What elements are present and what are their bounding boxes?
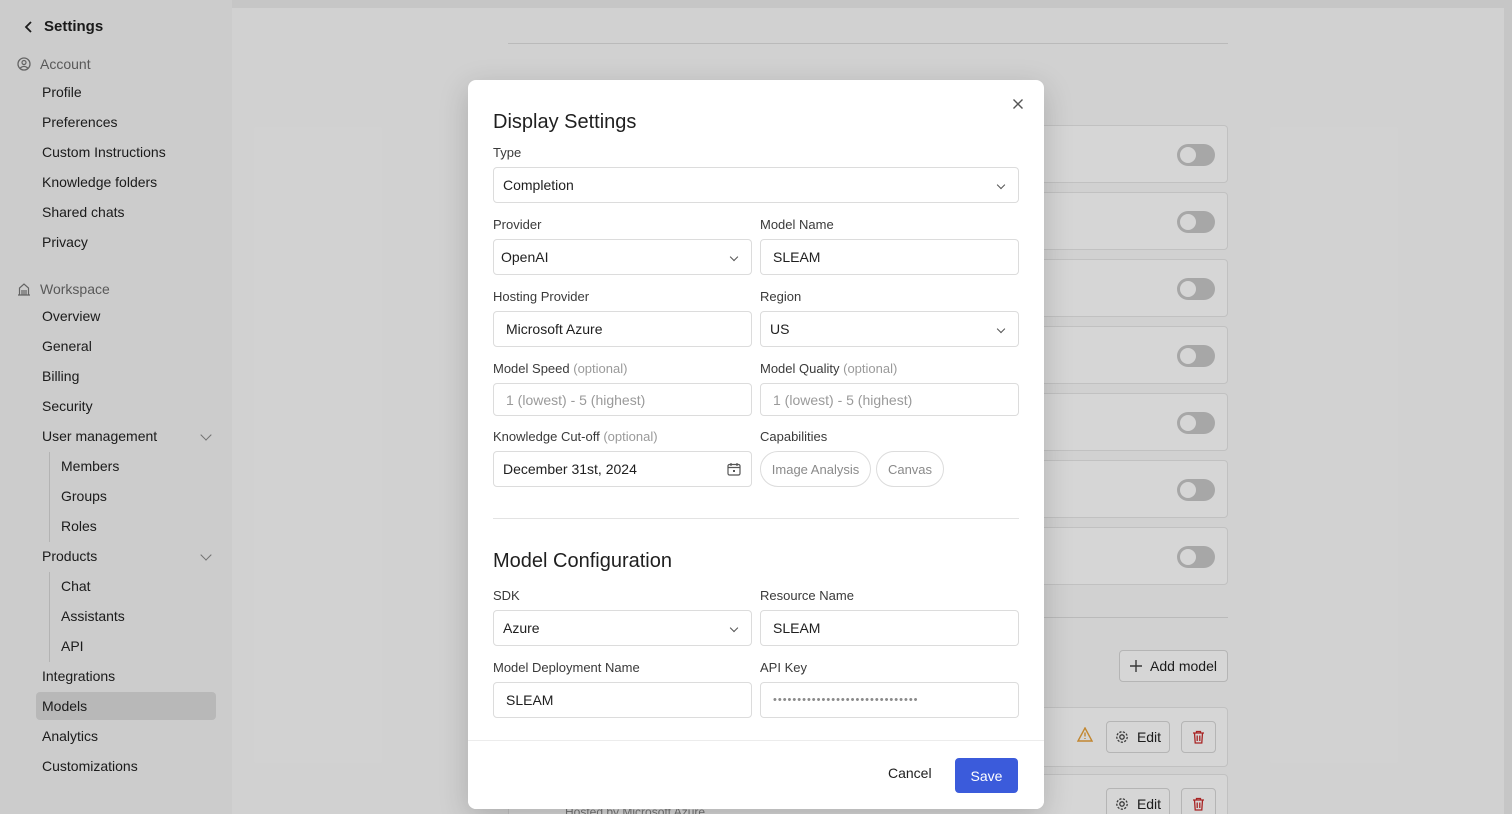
api-key-input[interactable]: ••••••••••••••••••••••••••••••	[760, 682, 1019, 718]
calendar-icon	[727, 463, 741, 476]
model-speed-input[interactable]: 1 (lowest) - 5 (highest)	[493, 383, 752, 416]
hosting-provider-input[interactable]: Microsoft Azure	[493, 311, 752, 347]
deployment-name-label: Model Deployment Name	[493, 660, 640, 675]
api-key-label: API Key	[760, 660, 807, 675]
knowledge-cutoff-label: Knowledge Cut-off (optional)	[493, 429, 658, 444]
chevron-down-icon	[996, 180, 1006, 190]
capabilities-label: Capabilities	[760, 429, 828, 444]
chevron-down-icon	[729, 623, 739, 633]
model-name-label: Model Name	[760, 217, 834, 232]
model-quality-label: Model Quality (optional)	[760, 361, 898, 376]
display-settings-modal: Display Settings Type Completion Provide…	[468, 80, 1044, 809]
type-select[interactable]: Completion	[493, 167, 1019, 203]
model-name-input[interactable]: SLEAM	[760, 239, 1019, 275]
knowledge-cutoff-datepicker[interactable]: December 31st, 2024	[493, 451, 752, 487]
region-label: Region	[760, 289, 802, 304]
region-select[interactable]: US	[760, 311, 1019, 347]
model-configuration-title: Model Configuration	[493, 550, 672, 572]
save-button[interactable]: Save	[955, 758, 1018, 793]
capability-canvas[interactable]: Canvas	[876, 451, 944, 487]
type-label: Type	[493, 145, 522, 160]
chevron-down-icon	[729, 252, 739, 262]
deployment-name-input[interactable]: SLEAM	[493, 682, 752, 718]
chevron-down-icon	[996, 324, 1006, 334]
sdk-label: SDK	[493, 588, 520, 603]
capability-image-analysis[interactable]: Image Analysis	[760, 451, 871, 487]
provider-label: Provider	[493, 217, 542, 232]
modal-title: Display Settings	[493, 111, 637, 133]
model-quality-input[interactable]: 1 (lowest) - 5 (highest)	[760, 383, 1019, 416]
provider-select[interactable]: OpenAI	[493, 239, 752, 275]
modal-footer: Cancel Save	[468, 740, 1044, 809]
resource-name-label: Resource Name	[760, 588, 854, 603]
section-divider	[493, 518, 1019, 519]
resource-name-input[interactable]: SLEAM	[760, 610, 1019, 646]
model-speed-label: Model Speed (optional)	[493, 361, 628, 376]
hosting-provider-label: Hosting Provider	[493, 289, 590, 304]
cancel-button[interactable]: Cancel	[888, 765, 932, 781]
close-icon[interactable]	[1010, 96, 1026, 112]
sdk-select[interactable]: Azure	[493, 610, 752, 646]
